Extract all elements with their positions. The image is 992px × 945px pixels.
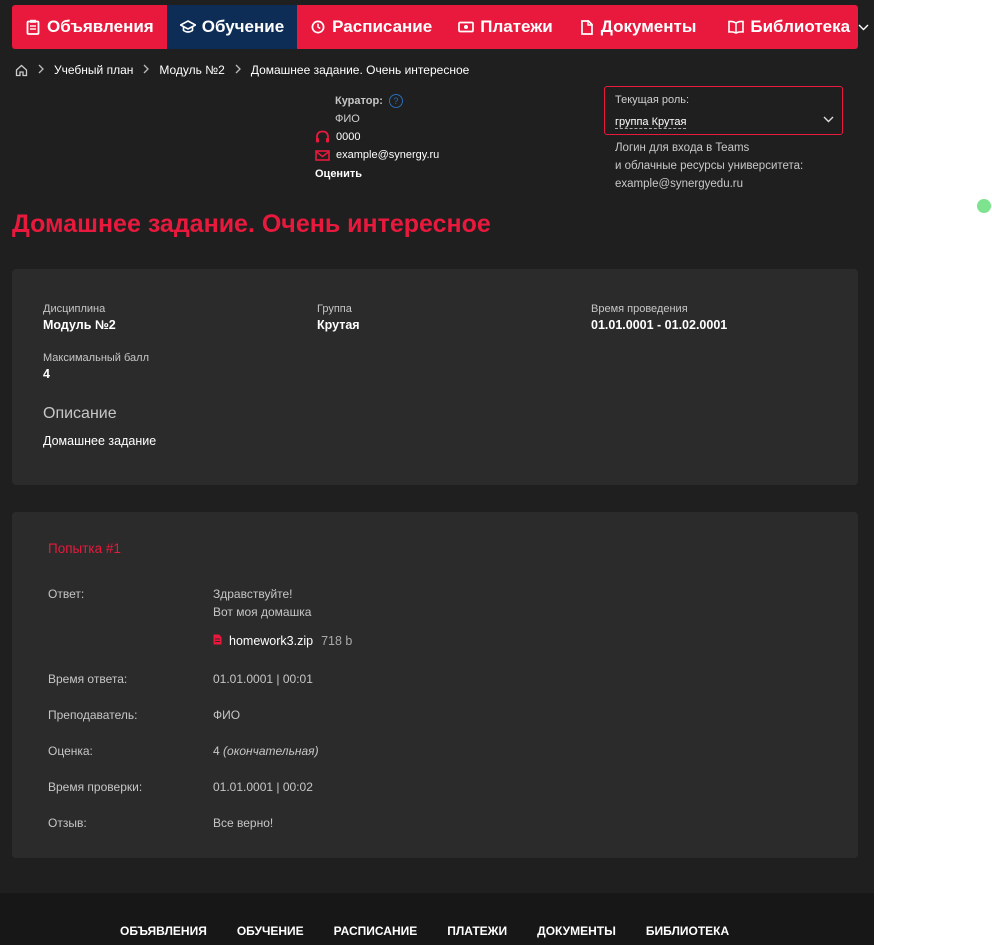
footer-link-payments[interactable]: ПЛАТЕЖИ (447, 924, 507, 938)
attachment-link[interactable]: homework3.zip (229, 634, 313, 648)
grade-value: 4 (окончательная) (213, 744, 319, 758)
group-label: Группа (317, 303, 352, 315)
answer-line1: Здравствуйте! (213, 587, 293, 601)
role-select[interactable]: Текущая роль: группа Крутая (604, 86, 843, 135)
footer-link-schedule[interactable]: РАСПИСАНИЕ (334, 924, 418, 938)
group-value: Крутая (317, 318, 360, 332)
curator-label: Куратор: (335, 95, 383, 107)
answer-label: Ответ: (48, 587, 85, 601)
footer-nav: ОБЪЯВЛЕНИЯ ОБУЧЕНИЕ РАСПИСАНИЕ ПЛАТЕЖИ Д… (120, 924, 759, 938)
time-value: 01.01.0001 - 01.02.0001 (591, 318, 728, 332)
nav-label: Объявления (47, 17, 154, 36)
nav-label: Платежи (480, 17, 553, 36)
footer-link-education[interactable]: ОБУЧЕНИЕ (237, 924, 304, 938)
login-line2: и облачные ресурсы университета: (615, 160, 804, 172)
nav-label: Документы (600, 17, 697, 36)
nav-item-schedule[interactable]: Расписание (297, 5, 445, 49)
attempt-card: Попытка #1 Ответ: Здравствуйте! Вот моя … (12, 512, 858, 858)
nav-label: Расписание (332, 17, 433, 36)
curator-name: ФИО (335, 113, 360, 125)
breadcrumb-link-module[interactable]: Модуль №2 (159, 63, 224, 77)
mail-icon (315, 149, 331, 161)
chevron-right-icon (235, 63, 241, 77)
breadcrumb-current: Домашнее задание. Очень интересное (250, 63, 470, 77)
discipline-label: Дисциплина (43, 303, 106, 315)
nav-label: Библиотека (750, 17, 851, 36)
login-line1: Логин для входа в Teams (615, 142, 750, 154)
chevron-down-icon (858, 20, 869, 34)
breadcrumb: Учебный план Модуль №2 Домашнее задание.… (15, 62, 469, 78)
login-email[interactable]: example@synergyedu.ru (615, 175, 803, 193)
curator-block: Куратор: ? ФИО 0000 example@synergy.ru О… (315, 92, 439, 182)
grade-label: Оценка: (48, 744, 93, 758)
answer-time-label: Время ответа: (48, 672, 128, 686)
teams-login-info: Логин для входа в Teams и облачные ресур… (615, 139, 803, 193)
clock-icon (310, 19, 326, 35)
home-icon[interactable] (15, 64, 28, 77)
discipline-value: Модуль №2 (43, 318, 116, 332)
role-value: группа Крутая (615, 116, 687, 129)
role-label: Текущая роль: (615, 94, 690, 106)
attachment: homework3.zip 718 b (213, 634, 352, 648)
teacher-label: Преподаватель: (48, 708, 138, 722)
nav-item-payments[interactable]: Платежи (445, 5, 566, 49)
check-time-label: Время проверки: (48, 780, 143, 794)
nav-item-documents[interactable]: Документы (566, 5, 710, 49)
app-window: Объявления Обучение Расписание Платежи Д… (0, 0, 874, 945)
curator-email[interactable]: example@synergy.ru (336, 149, 439, 161)
status-dot (977, 199, 991, 213)
review-label: Отзыв: (48, 816, 87, 830)
description-text: Домашнее задание (43, 434, 157, 448)
document-icon (579, 19, 595, 35)
graduation-cap-icon (179, 19, 196, 35)
money-icon (458, 19, 475, 35)
check-time-value: 01.01.0001 | 00:02 (213, 780, 313, 794)
rate-curator-link[interactable]: Оценить (315, 168, 362, 180)
footer-link-library[interactable]: БИБЛИОТЕКА (646, 924, 729, 938)
assignment-info-card: Дисциплина Модуль №2 Группа Крутая Время… (12, 269, 858, 485)
nav-item-education[interactable]: Обучение (166, 5, 298, 49)
curator-phone[interactable]: 0000 (336, 131, 360, 143)
clipboard-icon (25, 19, 41, 35)
nav-item-library[interactable]: Библиотека (715, 5, 882, 49)
max-score-value: 4 (43, 367, 50, 381)
nav-item-announcements[interactable]: Объявления (12, 5, 167, 49)
breadcrumb-link-study-plan[interactable]: Учебный план (54, 63, 133, 77)
footer-link-announcements[interactable]: ОБЪЯВЛЕНИЯ (120, 924, 207, 938)
description-heading: Описание (43, 405, 117, 422)
grade-note: (окончательная) (223, 744, 319, 758)
nav-label: Обучение (201, 17, 285, 36)
max-score-label: Максимальный балл (43, 352, 149, 364)
time-label: Время проведения (591, 303, 688, 315)
answer-time-value: 01.01.0001 | 00:01 (213, 672, 313, 686)
chevron-right-icon (143, 63, 150, 77)
answer-line2: Вот моя домашка (213, 605, 312, 619)
file-icon (213, 634, 222, 648)
chevron-down-icon (823, 112, 834, 126)
review-value: Все верно! (213, 816, 274, 830)
chevron-right-icon (38, 63, 44, 77)
question-icon[interactable]: ? (388, 94, 403, 108)
teacher-value: ФИО (213, 708, 241, 722)
top-nav: Объявления Обучение Расписание Платежи Д… (12, 5, 869, 49)
grade-number: 4 (213, 744, 220, 758)
footer-link-documents[interactable]: ДОКУМЕНТЫ (537, 924, 616, 938)
page-title: Домашнее задание. Очень интересное (12, 210, 491, 238)
headset-icon (315, 130, 331, 144)
attempt-title: Попытка #1 (48, 541, 121, 556)
book-icon (728, 19, 745, 35)
attachment-size: 718 b (321, 634, 353, 648)
